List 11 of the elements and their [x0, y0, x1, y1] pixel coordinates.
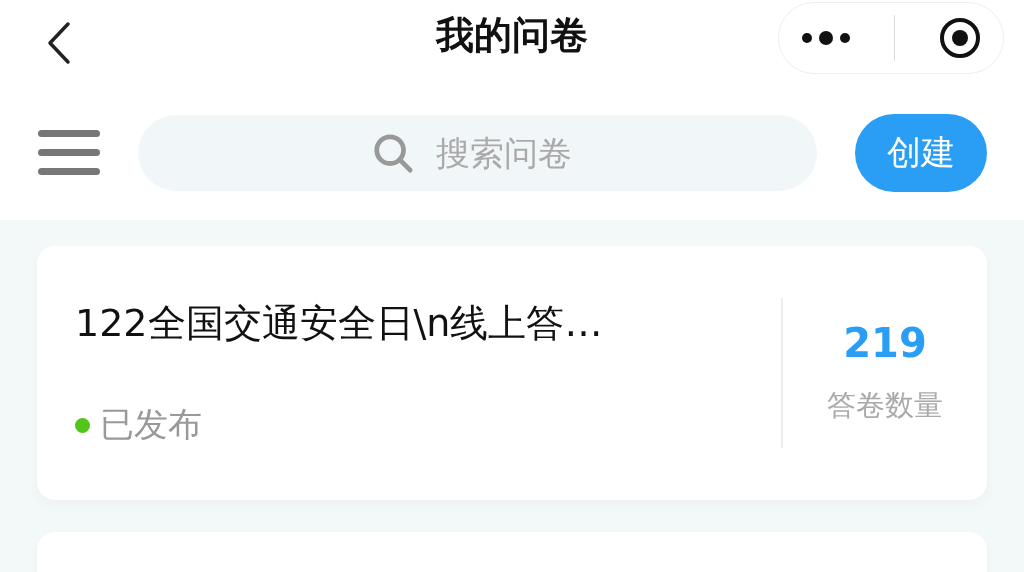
survey-title: 122全国交通安全日\n线上答…	[75, 300, 604, 347]
page-title: 我的问卷	[436, 12, 588, 59]
status-label: 已发布	[100, 403, 202, 446]
survey-card[interactable]: 122全国交通安全日\n线上答… 已发布 219 答卷数量	[37, 246, 987, 500]
close-icon[interactable]	[937, 16, 982, 60]
search-icon	[372, 132, 414, 174]
response-count: 219	[843, 320, 927, 366]
more-icon[interactable]	[800, 30, 853, 46]
search-field[interactable]: 搜索问卷	[138, 115, 817, 191]
menu-icon[interactable]	[38, 128, 100, 178]
count-label: 答卷数量	[827, 387, 943, 424]
